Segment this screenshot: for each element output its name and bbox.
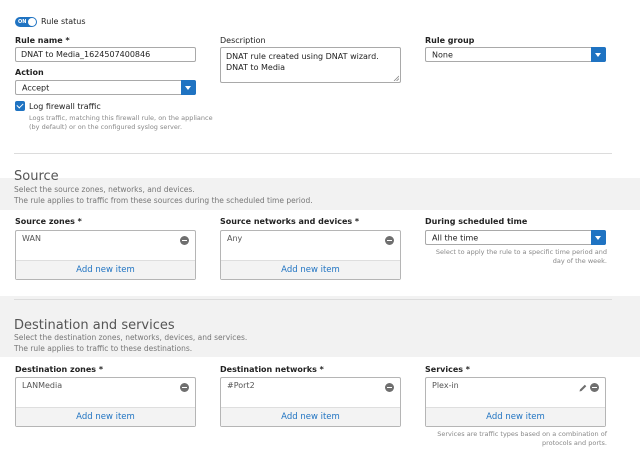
destination-zone-item: LANMedia (22, 381, 63, 390)
description-text: DNAT rule created using DNAT wizard. DNA… (226, 52, 379, 72)
source-networks-label: Source networks and devices * (220, 217, 360, 226)
schedule-value: All the time (432, 233, 479, 242)
destination-networks-label: Destination networks * (220, 365, 324, 374)
rule-group-value: None (432, 50, 453, 59)
rule-name-input[interactable]: DNAT to Media_1624507400846 (15, 47, 196, 62)
add-new-item-button[interactable]: Add new item (221, 407, 400, 426)
action-label: Action (15, 68, 44, 77)
description-textarea[interactable]: DNAT rule created using DNAT wizard. DNA… (220, 47, 401, 83)
chevron-down-icon[interactable] (591, 230, 606, 245)
pencil-icon[interactable] (578, 383, 588, 393)
source-section-subtitle-2: The rule applies to traffic from these s… (14, 196, 313, 205)
remove-icon[interactable] (180, 236, 189, 245)
resize-grip-icon[interactable] (393, 75, 399, 81)
source-section-title: Source (14, 169, 59, 184)
add-new-item-button[interactable]: Add new item (221, 260, 400, 279)
source-zone-item: WAN (22, 234, 41, 243)
destination-networks-list: #Port2 Add new item (220, 377, 401, 427)
destination-section-subtitle-2: The rule applies to traffic to these des… (14, 344, 193, 353)
log-traffic-checkbox[interactable] (15, 101, 25, 111)
destination-section-subtitle: Select the destination zones, networks, … (14, 333, 248, 342)
rule-name-label: Rule name * (15, 36, 70, 45)
rule-group-label: Rule group (425, 36, 475, 45)
source-networks-list: Any Add new item (220, 230, 401, 280)
rule-status-toggle[interactable]: ON (15, 17, 37, 27)
services-list: Plex-in Add new item (425, 377, 606, 427)
section-divider (14, 299, 612, 300)
list-item: Plex-in (426, 378, 605, 397)
list-item: #Port2 (221, 378, 400, 397)
description-label: Description (220, 36, 266, 45)
list-item: WAN (16, 231, 195, 250)
chevron-down-icon[interactable] (181, 80, 196, 95)
services-label: Services * (425, 365, 470, 374)
destination-zones-label: Destination zones * (15, 365, 104, 374)
destination-section-title: Destination and services (14, 318, 175, 333)
log-traffic-label: Log firewall traffic (29, 102, 101, 111)
rule-group-select[interactable]: None (425, 47, 606, 62)
schedule-select[interactable]: All the time (425, 230, 606, 245)
remove-icon[interactable] (180, 383, 189, 392)
toggle-knob (28, 18, 36, 26)
add-new-item-button[interactable]: Add new item (16, 407, 195, 426)
source-zones-label: Source zones * (15, 217, 82, 226)
add-new-item-button[interactable]: Add new item (16, 260, 195, 279)
services-hint: Services are traffic types based on a co… (437, 430, 607, 447)
destination-zones-list: LANMedia Add new item (15, 377, 196, 427)
toggle-on-text: ON (18, 18, 27, 25)
remove-icon[interactable] (385, 383, 394, 392)
service-item: Plex-in (432, 381, 459, 390)
rule-status-label: Rule status (41, 17, 86, 26)
chevron-down-icon[interactable] (591, 47, 606, 62)
remove-icon[interactable] (385, 236, 394, 245)
list-item: LANMedia (16, 378, 195, 397)
destination-network-item: #Port2 (227, 381, 255, 390)
list-item: Any (221, 231, 400, 250)
schedule-hint: Select to apply the rule to a specific t… (435, 248, 607, 265)
source-network-item: Any (227, 234, 243, 243)
source-zones-list: WAN Add new item (15, 230, 196, 280)
schedule-label: During scheduled time (425, 217, 528, 226)
section-divider (14, 153, 612, 154)
remove-icon[interactable] (590, 383, 599, 392)
log-traffic-hint: Logs traffic, matching this firewall rul… (29, 114, 213, 131)
action-value: Accept (22, 83, 50, 92)
add-new-item-button[interactable]: Add new item (426, 407, 605, 426)
action-select[interactable]: Accept (15, 80, 196, 95)
source-section-subtitle: Select the source zones, networks, and d… (14, 185, 195, 194)
